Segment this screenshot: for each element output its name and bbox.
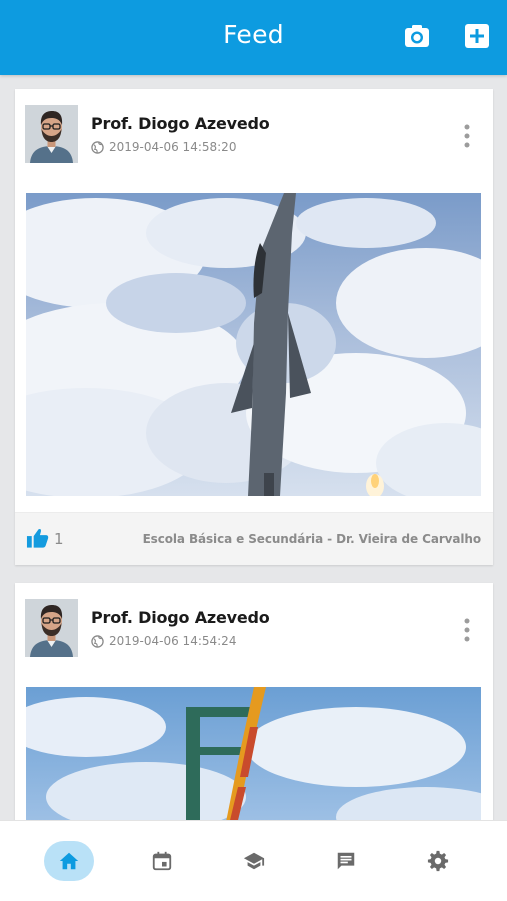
more-options-icon[interactable] [459,617,475,643]
chat-icon [337,852,355,870]
feed-list[interactable]: Prof. Diogo Azevedo 2019-04-06 14:58:20 [0,75,507,820]
post-meta: 2019-04-06 14:58:20 [91,140,236,154]
more-options-icon[interactable] [459,123,475,149]
nav-home-tab[interactable] [44,841,94,881]
globe-icon [91,634,104,648]
post-image[interactable]: 3 [26,193,481,496]
app-header: Feed [0,0,507,75]
camera-icon[interactable] [402,21,432,51]
post-author[interactable]: Prof. Diogo Azevedo [91,608,270,627]
post-meta: 2019-04-06 14:54:24 [91,634,236,648]
post-author[interactable]: Prof. Diogo Azevedo [91,114,270,133]
post-timestamp: 2019-04-06 14:58:20 [109,140,237,154]
add-post-icon[interactable] [462,21,492,51]
nav-calendar-tab[interactable] [137,841,187,881]
school-name: Escola Básica e Secundária - Dr. Vieira … [142,532,482,546]
avatar[interactable] [25,105,78,163]
avatar[interactable] [25,599,78,657]
bottom-nav [0,820,507,901]
like-count: 1 [54,530,64,548]
post-card: Prof. Diogo Azevedo 2019-04-06 14:54:24 [15,583,493,820]
calendar-icon [152,851,172,871]
post-image[interactable] [26,687,481,820]
nav-school-tab[interactable] [229,841,279,881]
thumbs-up-icon[interactable] [26,527,49,549]
nav-messages-tab[interactable] [321,841,371,881]
nav-settings-tab[interactable] [413,841,463,881]
globe-icon [91,140,104,154]
post-timestamp: 2019-04-06 14:54:24 [109,634,237,648]
gear-icon [427,850,449,872]
home-icon [59,852,79,870]
post-card: Prof. Diogo Azevedo 2019-04-06 14:58:20 [15,89,493,565]
school-icon [243,852,265,870]
post-footer: 1 Escola Básica e Secundária - Dr. Vieir… [15,512,493,565]
